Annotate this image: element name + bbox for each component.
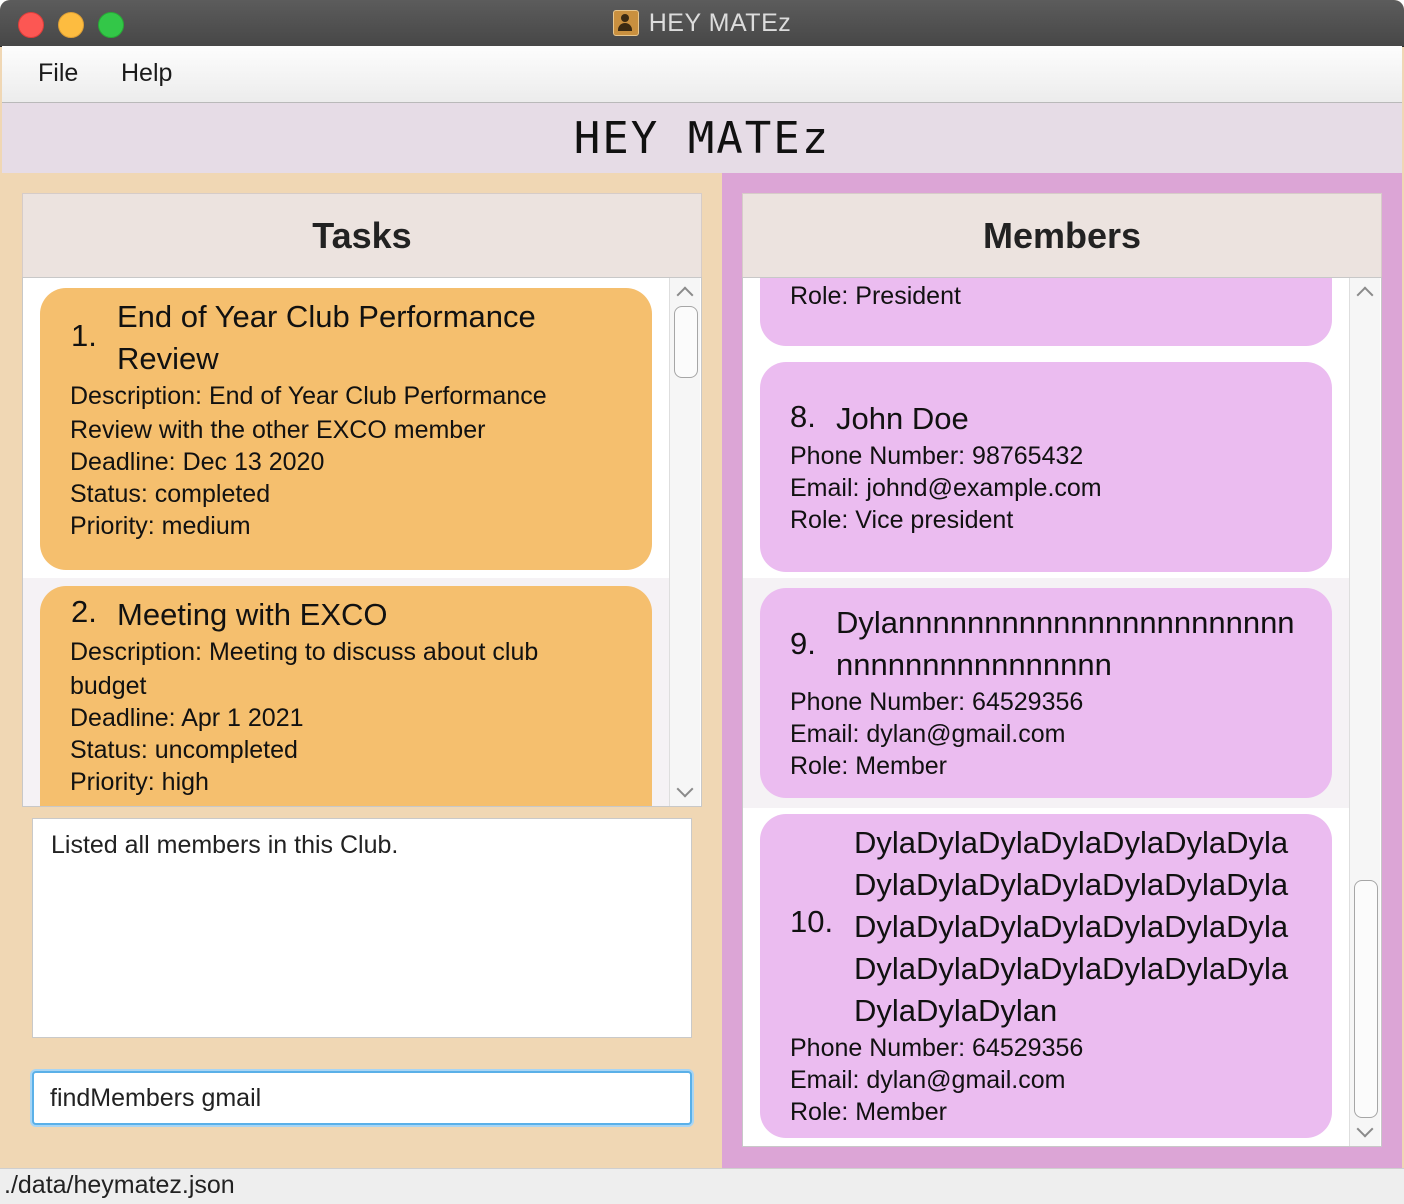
member-card-partial[interactable]: Role: President — [760, 278, 1332, 346]
members-pane: Members Role: President 8. John Doe Phon… — [722, 173, 1402, 1168]
app-header-title: HEY MATEz — [573, 112, 831, 164]
scroll-down-arrow-icon[interactable] — [1356, 1120, 1374, 1140]
result-message: Listed all members in this Club. — [51, 831, 399, 859]
menu-help[interactable]: Help — [121, 59, 172, 88]
window-title-group: HEY MATEz — [0, 0, 1404, 46]
member-name-line: DylaDylaDylaDylaDylaDylaDyla — [854, 951, 1289, 986]
app-header: HEY MATEz — [2, 103, 1402, 173]
member-email: Email: dylan@gmail.com — [790, 1066, 1066, 1094]
task-name-line: End of Year Club Performance — [117, 299, 536, 334]
members-title: Members — [982, 215, 1142, 256]
member-index: 8. — [790, 399, 816, 434]
tasks-panel-header: Tasks — [22, 193, 702, 279]
task-card-2[interactable]: 2. Meeting with EXCO Description: Meetin… — [40, 586, 652, 806]
scroll-up-arrow-icon[interactable] — [676, 284, 694, 304]
member-index: 10. — [790, 904, 834, 939]
member-phone: Phone Number: 64529356 — [790, 688, 1084, 716]
window-title: HEY MATEz — [648, 8, 792, 37]
member-card-8[interactable]: 8. John Doe Phone Number: 98765432 Email… — [760, 362, 1332, 572]
member-role: Role: Member — [790, 1098, 947, 1126]
task-deadline: Deadline: Dec 13 2020 — [70, 448, 325, 476]
member-name-line: DylaDylaDylaDylaDylaDylaDyla — [854, 909, 1289, 944]
task-index: 2. — [71, 594, 97, 629]
command-input[interactable]: findMembers gmail — [32, 1071, 692, 1125]
member-role: Role: Member — [790, 752, 947, 780]
title-bar[interactable]: HEY MATEz — [0, 0, 1404, 47]
task-description: Description: Meeting to discuss about cl… — [70, 638, 539, 666]
member-name-line: John Doe — [836, 401, 969, 436]
menu-file[interactable]: File — [38, 59, 78, 88]
member-role: Role: President — [790, 282, 961, 310]
task-name-line: Review — [117, 341, 219, 376]
member-name-line: nnnnnnnnnnnnnnnn — [836, 647, 1112, 682]
member-card-10[interactable]: 10. DylaDylaDylaDylaDylaDylaDyla DylaDyl… — [760, 814, 1332, 1138]
member-index: 9. — [790, 626, 816, 661]
member-name-line: DylaDylaDylaDylaDylaDylaDyla — [854, 825, 1289, 860]
member-name-line: DylaDylaDylaDylaDylaDylaDyla — [854, 867, 1289, 902]
task-card-1[interactable]: 1. End of Year Club Performance Review D… — [40, 288, 652, 570]
task-name-line: Meeting with EXCO — [117, 597, 388, 632]
data-file-path: ./data/heymatez.json — [4, 1171, 235, 1199]
member-email: Email: johnd@example.com — [790, 474, 1102, 502]
menu-bar: File Help — [2, 46, 1402, 103]
task-index: 1. — [71, 318, 97, 353]
task-description-cont: budget — [70, 672, 147, 700]
task-list[interactable]: 1. End of Year Club Performance Review D… — [22, 277, 702, 807]
task-priority: Priority: high — [70, 768, 209, 796]
task-status: Status: completed — [70, 480, 271, 508]
scroll-up-arrow-icon[interactable] — [1356, 284, 1374, 304]
member-email: Email: dylan@gmail.com — [790, 720, 1066, 748]
task-status: Status: uncompleted — [70, 736, 298, 764]
task-description: Description: End of Year Club Performanc… — [70, 382, 547, 410]
task-description-cont: Review with the other EXCO member — [70, 416, 486, 444]
status-bar: ./data/heymatez.json — [0, 1168, 1404, 1204]
tasks-title: Tasks — [312, 215, 412, 256]
app-window: HEY MATEz File Help HEY MATEz Tasks 1. E… — [0, 0, 1404, 1204]
member-list[interactable]: Role: President 8. John Doe Phone Number… — [742, 277, 1382, 1147]
member-phone: Phone Number: 98765432 — [790, 442, 1084, 470]
member-name-line: Dylannnnnnnnnnnnnnnnnnnnnnn — [836, 605, 1295, 640]
task-deadline: Deadline: Apr 1 2021 — [70, 704, 304, 732]
task-priority: Priority: medium — [70, 512, 251, 540]
contacts-app-icon — [612, 10, 639, 36]
member-card-9[interactable]: 9. Dylannnnnnnnnnnnnnnnnnnnnnn nnnnnnnnn… — [760, 588, 1332, 798]
member-list-scrollbar[interactable] — [1349, 278, 1380, 1146]
member-name-line: DylaDylaDylan — [854, 993, 1058, 1028]
members-panel-header: Members — [742, 193, 1382, 279]
member-scroll-thumb[interactable] — [1354, 880, 1378, 1118]
task-list-scrollbar[interactable] — [669, 278, 700, 806]
member-phone: Phone Number: 64529356 — [790, 1034, 1084, 1062]
command-input-value: findMembers gmail — [50, 1084, 262, 1112]
result-display[interactable]: Listed all members in this Club. — [32, 818, 692, 1038]
member-role: Role: Vice president — [790, 506, 1014, 534]
task-scroll-thumb[interactable] — [674, 306, 698, 378]
scroll-down-arrow-icon[interactable] — [676, 780, 694, 800]
